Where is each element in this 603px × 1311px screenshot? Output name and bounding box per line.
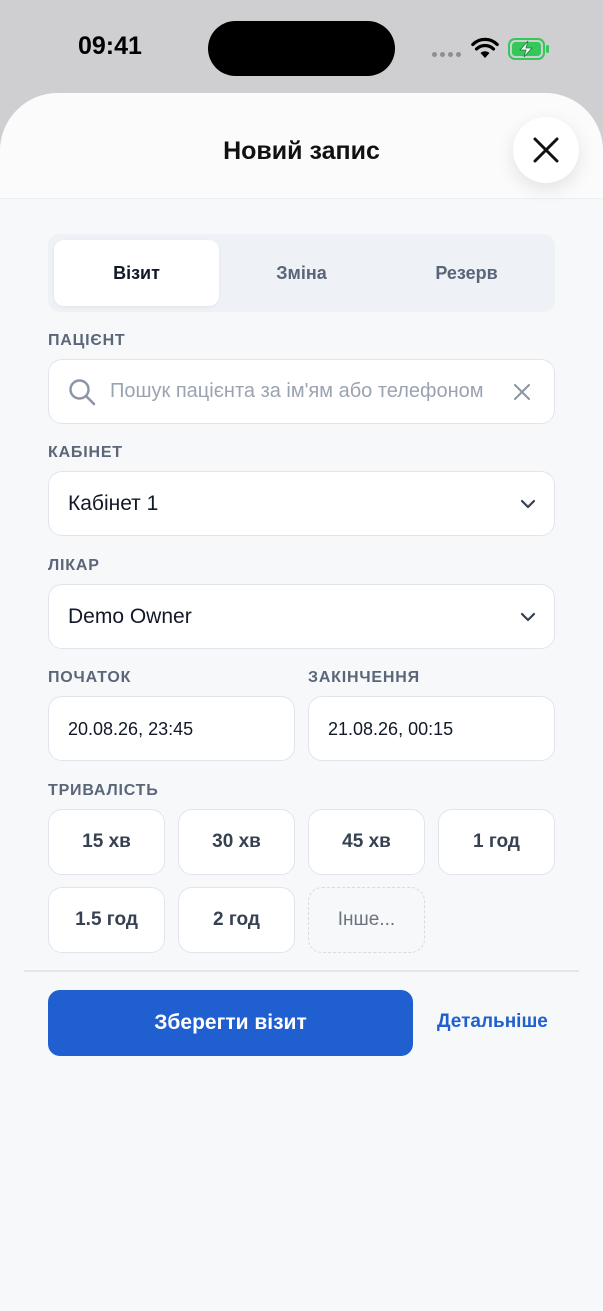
- divider: [24, 970, 579, 972]
- status-time: 09:41: [78, 32, 142, 60]
- doctor-value: Demo Owner: [68, 605, 192, 628]
- search-icon: [69, 379, 96, 406]
- duration-option-1-5h[interactable]: 1.5 год: [48, 887, 165, 953]
- end-datetime-field[interactable]: 21.08.26, 00:15: [308, 696, 555, 761]
- duration-option-15min[interactable]: 15 хв: [48, 809, 165, 875]
- dynamic-island: [208, 21, 395, 76]
- cabinet-label: КАБІНЕТ: [48, 444, 123, 461]
- end-value: 21.08.26, 00:15: [328, 719, 454, 739]
- patient-search-input[interactable]: Пошук пацієнта за ім'ям або телефоном: [110, 380, 488, 403]
- start-value: 20.08.26, 23:45: [68, 719, 194, 739]
- chevron-down-icon: [520, 499, 536, 509]
- chevron-down-icon: [520, 612, 536, 622]
- doctor-select[interactable]: Demo Owner: [48, 584, 555, 649]
- start-datetime-field[interactable]: 20.08.26, 23:45: [48, 696, 295, 761]
- save-visit-button[interactable]: Зберегти візит: [48, 990, 413, 1056]
- close-icon: [533, 137, 559, 163]
- tab-shift[interactable]: Зміна: [219, 240, 384, 306]
- cabinet-select[interactable]: Кабінет 1: [48, 471, 555, 536]
- wifi-icon: [471, 37, 499, 58]
- close-button[interactable]: [513, 117, 579, 183]
- sheet-header: Новий запис: [0, 93, 603, 199]
- patient-label: ПАЦІЄНТ: [48, 332, 126, 349]
- cellular-signal-icon: [432, 52, 461, 57]
- duration-label: ТРИВАЛІСТЬ: [48, 782, 159, 799]
- cabinet-value: Кабінет 1: [68, 492, 159, 515]
- tab-visit[interactable]: Візит: [54, 240, 219, 306]
- patient-search-field[interactable]: Пошук пацієнта за ім'ям або телефоном: [48, 359, 555, 424]
- duration-option-other[interactable]: Інше...: [308, 887, 425, 953]
- battery-charging-icon: [508, 38, 549, 60]
- entry-type-segmented-control: Візит Зміна Резерв: [48, 234, 555, 312]
- duration-option-30min[interactable]: 30 хв: [178, 809, 295, 875]
- duration-option-1h[interactable]: 1 год: [438, 809, 555, 875]
- details-link[interactable]: Детальніше: [437, 1011, 548, 1033]
- doctor-label: ЛІКАР: [48, 557, 100, 574]
- new-entry-sheet: Новий запис Візит Зміна Резерв ПАЦІЄНТ П…: [0, 93, 603, 1311]
- tab-reserve[interactable]: Резерв: [384, 240, 549, 306]
- duration-option-2h[interactable]: 2 год: [178, 887, 295, 953]
- duration-option-45min[interactable]: 45 хв: [308, 809, 425, 875]
- start-label: ПОЧАТОК: [48, 669, 132, 686]
- end-label: ЗАКІНЧЕННЯ: [308, 669, 420, 686]
- clear-icon[interactable]: [514, 384, 530, 400]
- status-bar: 09:41: [0, 0, 603, 96]
